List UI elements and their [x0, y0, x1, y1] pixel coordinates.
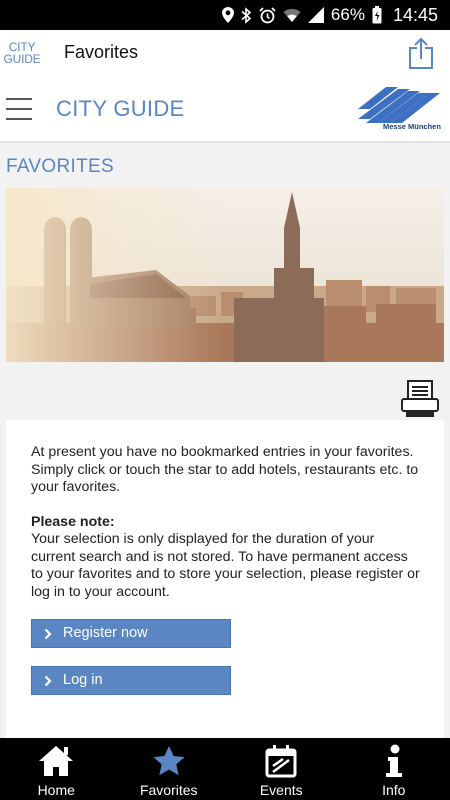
- intro-text: At present you have no bookmarked entrie…: [31, 444, 419, 495]
- share-icon: [409, 37, 433, 69]
- messe-logo-caption: Messe München: [383, 122, 441, 131]
- nav-item-events[interactable]: Events: [225, 738, 338, 800]
- section-title: FAVORITES: [6, 156, 114, 177]
- status-bar: 66% 14:45: [0, 0, 450, 30]
- battery-percent: 66%: [330, 5, 365, 24]
- register-button[interactable]: Register now: [31, 619, 231, 648]
- nav-label-home: Home: [37, 782, 75, 798]
- note-text: Your selection is only displayed for the…: [31, 531, 420, 600]
- calendar-icon: [265, 745, 297, 778]
- bottom-nav: Home Favorites Events Info: [0, 738, 450, 800]
- status-time: 14:45: [392, 4, 438, 25]
- nav-item-favorites[interactable]: Favorites: [113, 738, 226, 800]
- login-button-label: Log in: [63, 671, 103, 688]
- app-logo-line1: CITY: [8, 39, 36, 54]
- note-label: Please note:: [31, 513, 115, 530]
- chevron-right-icon: [44, 675, 52, 687]
- printer-icon: [401, 380, 439, 417]
- app-bar: CITY GUIDE Favorites: [0, 30, 450, 75]
- home-icon: [39, 746, 74, 776]
- nav-item-info[interactable]: Info: [338, 738, 450, 800]
- app-bar-title: Favorites: [64, 42, 139, 62]
- chevron-right-icon: [44, 628, 52, 640]
- wifi-icon: [283, 8, 301, 22]
- login-button[interactable]: Log in: [31, 666, 231, 695]
- app-logo: CITY GUIDE: [0, 30, 44, 75]
- favorites-card: At present you have no bookmarked entrie…: [6, 420, 444, 738]
- menu-icon[interactable]: [6, 98, 32, 120]
- battery-icon: [372, 6, 382, 24]
- header-title: CITY GUIDE: [56, 96, 185, 121]
- nav-item-home[interactable]: Home: [0, 738, 113, 800]
- signal-icon: [307, 7, 324, 23]
- header: CITY GUIDE: [0, 75, 450, 143]
- nav-label-info: Info: [382, 782, 406, 798]
- nav-label-events: Events: [259, 782, 303, 798]
- hero-image: [6, 188, 444, 362]
- nav-label-favorites: Favorites: [139, 782, 198, 798]
- share-button[interactable]: [406, 36, 436, 70]
- print-button[interactable]: [400, 379, 440, 419]
- info-icon: [385, 744, 402, 777]
- bluetooth-icon: [241, 6, 252, 24]
- app-logo-line2: GUIDE: [3, 51, 41, 66]
- star-icon: [153, 746, 185, 776]
- location-icon: [221, 7, 234, 23]
- alarm-icon: [259, 6, 276, 23]
- register-button-label: Register now: [63, 624, 148, 641]
